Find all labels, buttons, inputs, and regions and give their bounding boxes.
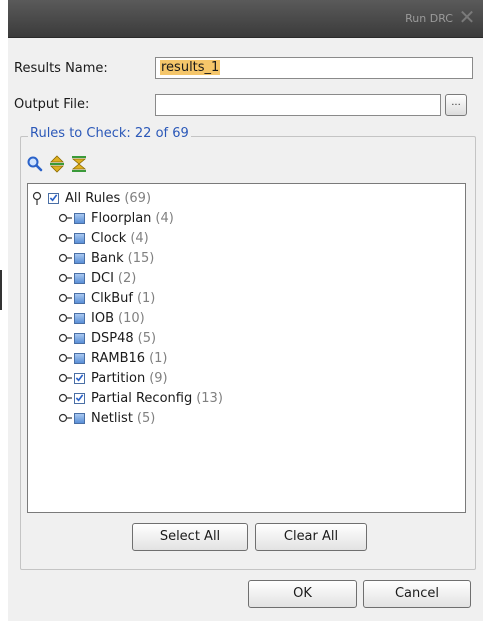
title-bar[interactable]: Run DRC ✕: [8, 0, 483, 38]
expand-toggle-icon[interactable]: [58, 351, 72, 365]
tree-node-rule[interactable]: Floorplan (4): [58, 208, 174, 228]
checkbox-checked-icon[interactable]: [48, 192, 59, 204]
results-name-value: results_1: [160, 60, 221, 75]
select-all-button[interactable]: Select All: [132, 523, 248, 551]
tree-node-count: (13): [196, 390, 223, 406]
checkbox-partial-icon[interactable]: [74, 272, 85, 284]
checkbox-partial-icon[interactable]: [74, 352, 85, 364]
tree-node-count: (69): [124, 190, 152, 206]
expand-toggle-icon[interactable]: [58, 271, 72, 285]
checkbox-partial-icon[interactable]: [74, 252, 85, 264]
browse-button[interactable]: ...: [445, 94, 467, 116]
tree-node-label: ClkBuf: [91, 290, 133, 306]
expand-toggle-icon[interactable]: [58, 391, 72, 405]
checkbox-checked-icon[interactable]: [74, 372, 85, 384]
tree-node-all-rules[interactable]: All Rules (69): [32, 188, 151, 208]
tree-node-rule[interactable]: Partial Reconfig (13): [58, 388, 223, 408]
results-name-label: Results Name:: [14, 61, 108, 76]
tree-node-rule[interactable]: Bank (15): [58, 248, 154, 268]
checkbox-partial-icon[interactable]: [74, 412, 85, 424]
background-edge: [0, 0, 8, 621]
tree-node-count: (4): [155, 210, 174, 226]
tree-node-label: Partition: [91, 370, 146, 386]
clear-all-button[interactable]: Clear All: [255, 523, 367, 551]
tree-node-label: IOB: [91, 310, 114, 326]
tree-node-count: (5): [136, 410, 156, 426]
tree-node-count: (1): [136, 290, 156, 306]
tree-node-count: (2): [117, 270, 137, 286]
tree-node-label: DCI: [91, 270, 114, 286]
expand-toggle-icon[interactable]: [58, 311, 72, 325]
tree-node-label: Bank: [91, 250, 124, 266]
tree-node-label: RAMB16: [91, 350, 146, 366]
collapse-toggle-icon[interactable]: [32, 191, 46, 205]
tree-node-rule[interactable]: ClkBuf (1): [58, 288, 155, 308]
checkbox-partial-icon[interactable]: [74, 232, 85, 244]
output-file-label: Output File:: [14, 97, 90, 112]
tree-node-rule[interactable]: Netlist (5): [58, 408, 155, 428]
tree-node-label: Clock: [91, 230, 127, 246]
tree-node-label: Partial Reconfig: [91, 390, 193, 406]
expand-all-icon[interactable]: [48, 155, 66, 173]
results-name-input[interactable]: results_1: [155, 57, 473, 79]
checkbox-partial-icon[interactable]: [74, 292, 85, 304]
tree-node-count: (5): [137, 330, 157, 346]
tree-node-rule[interactable]: IOB (10): [58, 308, 145, 328]
expand-toggle-icon[interactable]: [58, 291, 72, 305]
tree-node-label: Floorplan: [91, 210, 152, 226]
tree-node-rule[interactable]: DCI (2): [58, 268, 136, 288]
expand-toggle-icon[interactable]: [58, 251, 72, 265]
tree-node-label: All Rules: [65, 190, 121, 206]
output-file-input[interactable]: [155, 94, 441, 116]
ok-button[interactable]: OK: [248, 580, 357, 608]
expand-toggle-icon[interactable]: [58, 211, 72, 225]
tree-node-count: (4): [130, 230, 149, 246]
tree-node-rule[interactable]: Partition (9): [58, 368, 168, 388]
run-drc-dialog: Run DRC ✕ Results Name: results_1 Output…: [8, 0, 483, 621]
tree-node-rule[interactable]: Clock (4): [58, 228, 149, 248]
tree-node-count: (10): [118, 310, 145, 326]
expand-toggle-icon[interactable]: [58, 231, 72, 245]
checkbox-partial-icon[interactable]: [74, 312, 85, 324]
search-icon[interactable]: [26, 155, 44, 173]
rules-group-label: Rules to Check: 22 of 69: [28, 126, 191, 141]
collapse-all-icon[interactable]: [70, 155, 88, 173]
tree-node-label: DSP48: [91, 330, 134, 346]
rules-tree[interactable]: All Rules (69) Floorplan (4) Clock (4) Bank(…: [27, 183, 466, 513]
tree-node-label: Netlist: [91, 410, 133, 426]
window-title: Run DRC: [405, 12, 453, 25]
cancel-button[interactable]: Cancel: [363, 580, 471, 608]
checkbox-checked-icon[interactable]: [74, 392, 85, 404]
tree-node-count: (15): [127, 250, 155, 266]
tree-node-rule[interactable]: RAMB16 (1): [58, 348, 168, 368]
close-icon[interactable]: ✕: [457, 7, 477, 27]
expand-toggle-icon[interactable]: [58, 331, 72, 345]
tree-node-rule[interactable]: DSP48 (5): [58, 328, 156, 348]
checkbox-partial-icon[interactable]: [74, 212, 85, 224]
tree-node-count: (9): [149, 370, 168, 386]
checkbox-partial-icon[interactable]: [74, 332, 85, 344]
expand-toggle-icon[interactable]: [58, 411, 72, 425]
expand-toggle-icon[interactable]: [58, 371, 72, 385]
tree-node-count: (1): [149, 350, 168, 366]
